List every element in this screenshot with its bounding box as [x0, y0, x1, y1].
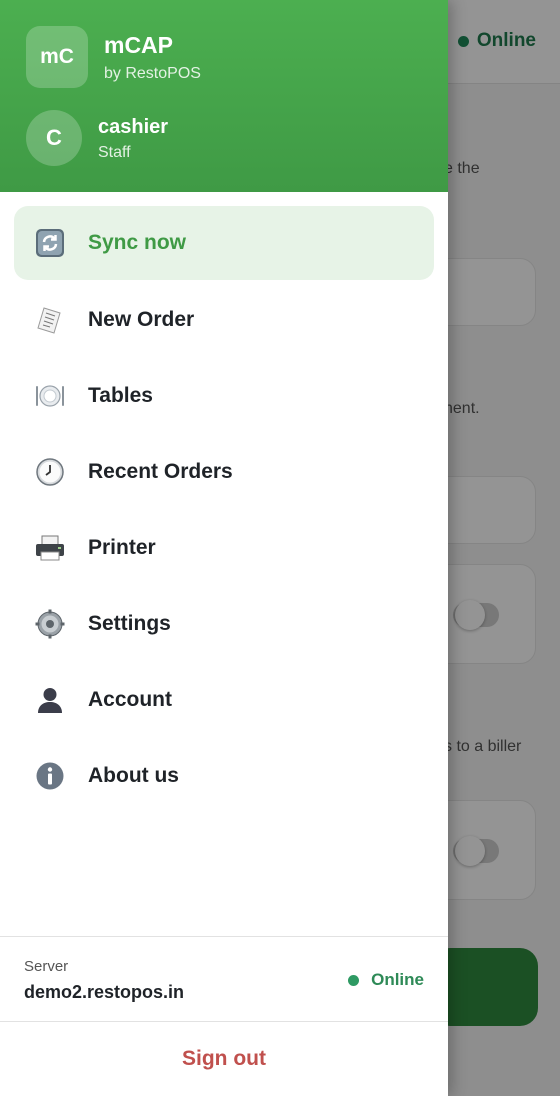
avatar: C	[26, 110, 82, 166]
sign-out-button[interactable]: Sign out	[0, 1022, 448, 1096]
menu-item-tables[interactable]: Tables	[14, 358, 434, 434]
menu-item-settings[interactable]: Settings	[14, 586, 434, 662]
app-name: mCAP	[104, 32, 174, 58]
divider	[0, 936, 448, 937]
printer-icon	[34, 532, 66, 564]
menu-item-recent-orders[interactable]: Recent Orders	[14, 434, 434, 510]
menu-item-new-order[interactable]: New Order	[14, 282, 434, 358]
info-icon	[34, 760, 66, 792]
app-subtitle: by RestoPOS	[104, 65, 201, 82]
gear-icon	[34, 608, 66, 640]
drawer-menu: Sync now New Order Tables Recent Orders …	[0, 206, 448, 814]
plate-icon	[34, 380, 66, 412]
menu-item-about-us[interactable]: About us	[14, 738, 434, 814]
menu-item-label: Settings	[88, 612, 171, 635]
server-label: Server	[24, 958, 69, 975]
status-dot-icon	[348, 974, 360, 986]
drawer-header: mC mCAP by RestoPOS C cashier Staff	[0, 0, 448, 192]
app-logo: mC	[26, 26, 88, 88]
menu-item-label: New Order	[88, 308, 195, 331]
menu-item-label: About us	[88, 764, 179, 787]
menu-item-printer[interactable]: Printer	[14, 510, 434, 586]
server-address: demo2.restopos.in	[24, 982, 185, 1002]
user-icon	[34, 684, 66, 716]
menu-item-label: Printer	[88, 536, 156, 559]
user-role: Staff	[98, 144, 131, 161]
sync-icon	[34, 227, 66, 259]
menu-item-label: Recent Orders	[88, 460, 233, 483]
menu-item-label: Sync now	[88, 231, 187, 254]
menu-item-sync-now[interactable]: Sync now	[14, 206, 434, 280]
clock-icon	[34, 456, 66, 488]
navigation-drawer: mC mCAP by RestoPOS C cashier Staff Sync…	[0, 0, 448, 1096]
menu-item-label: Account	[88, 688, 172, 711]
receipt-icon	[34, 304, 66, 336]
menu-item-label: Tables	[88, 384, 153, 407]
status-label: Online	[371, 970, 424, 989]
user-name: cashier	[98, 116, 169, 138]
status-badge: Online	[348, 970, 424, 990]
menu-item-account[interactable]: Account	[14, 662, 434, 738]
